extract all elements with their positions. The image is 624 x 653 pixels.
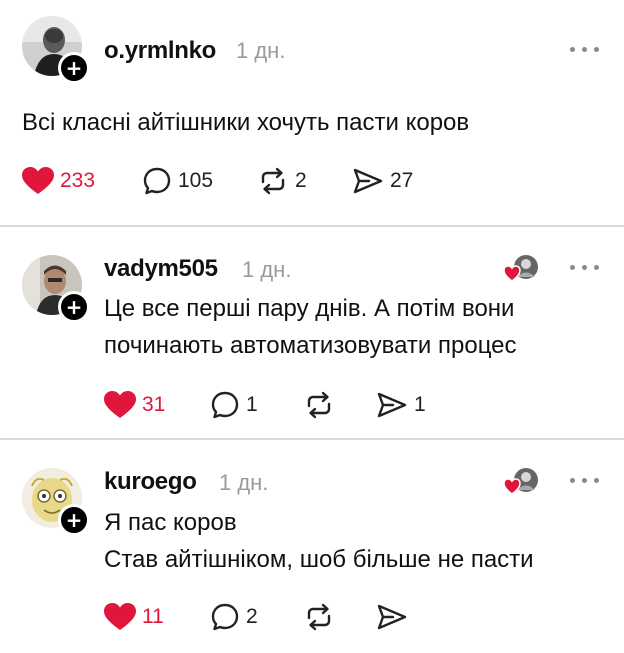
- post-1: + o.yrmlnko 1 дн. Всі класні айтішники х…: [0, 0, 624, 226]
- repost-arrows-icon: [307, 391, 331, 419]
- share-count: 1: [414, 393, 426, 416]
- reply-button[interactable]: 2: [210, 602, 258, 632]
- follow-plus-icon[interactable]: +: [58, 291, 90, 323]
- post-text-line: Я пас коров: [104, 509, 237, 536]
- follow-plus-icon[interactable]: +: [58, 504, 90, 536]
- like-button[interactable]: 11: [104, 602, 164, 632]
- reply-button[interactable]: 1: [210, 390, 258, 420]
- more-horizontal-icon[interactable]: [570, 44, 602, 54]
- post-text-line: Це все перші пару днів. А потім вони: [104, 295, 515, 322]
- speech-bubble-icon: [143, 167, 171, 195]
- post-text-line: починають автоматизовувати процес: [104, 332, 517, 359]
- username[interactable]: vadym505: [104, 255, 218, 283]
- heart-icon: [104, 391, 136, 418]
- liked-by-author-avatars: [503, 466, 540, 498]
- post-text: Всі класні айтішники хочуть пасти коров: [22, 104, 469, 141]
- timestamp: 1 дн.: [236, 38, 286, 63]
- send-icon: [377, 392, 407, 418]
- more-horizontal-icon[interactable]: [570, 262, 602, 272]
- speech-bubble-icon: [211, 391, 239, 419]
- repost-arrows-icon: [261, 167, 285, 195]
- username[interactable]: o.yrmlnko: [104, 37, 216, 65]
- like-count: 31: [142, 393, 166, 416]
- like-button[interactable]: 233: [22, 166, 95, 196]
- share-button[interactable]: 1: [376, 390, 426, 420]
- reply-count: 1: [246, 393, 258, 416]
- post-2: + vadym505 1 дн. Це все перші пару днів.…: [0, 227, 624, 439]
- share-button[interactable]: 27: [352, 166, 413, 196]
- post-text: Це все перші пару днів. А потім вони поч…: [104, 290, 517, 364]
- like-count: 11: [142, 605, 164, 628]
- author-avatar-heart-icon: [503, 255, 538, 282]
- liked-by-author-avatars: [503, 253, 540, 285]
- repost-button[interactable]: 2: [257, 166, 307, 196]
- post-3: + kuroego 1 дн. Я пас коров Став айтішні…: [0, 440, 624, 653]
- post-text-line: Став айтішніком, шоб більше не пасти: [104, 546, 534, 573]
- more-horizontal-icon[interactable]: [570, 475, 602, 485]
- share-count: 27: [390, 169, 414, 192]
- timestamp: 1 дн.: [219, 470, 269, 495]
- like-count: 233: [60, 169, 96, 192]
- post-text-line: Всі класні айтішники хочуть пасти коров: [22, 109, 470, 136]
- timestamp: 1 дн.: [242, 257, 292, 282]
- repost-button[interactable]: [303, 602, 335, 632]
- send-icon: [353, 168, 383, 194]
- author-avatar-heart-icon: [503, 468, 538, 495]
- repost-arrows-icon: [307, 603, 331, 631]
- reply-count: 2: [246, 605, 258, 628]
- reply-button[interactable]: 105: [142, 166, 213, 196]
- send-icon: [377, 604, 407, 630]
- heart-icon: [22, 167, 54, 194]
- speech-bubble-icon: [211, 603, 239, 631]
- username[interactable]: kuroego: [104, 468, 197, 496]
- heart-icon: [104, 603, 136, 630]
- repost-button[interactable]: [303, 390, 335, 420]
- like-button[interactable]: 31: [104, 390, 165, 420]
- reply-count: 105: [178, 169, 214, 192]
- repost-count: 2: [295, 169, 307, 192]
- follow-plus-icon[interactable]: +: [58, 52, 90, 84]
- share-button[interactable]: [376, 602, 408, 632]
- post-text: Я пас коров Став айтішніком, шоб більше …: [104, 504, 534, 578]
